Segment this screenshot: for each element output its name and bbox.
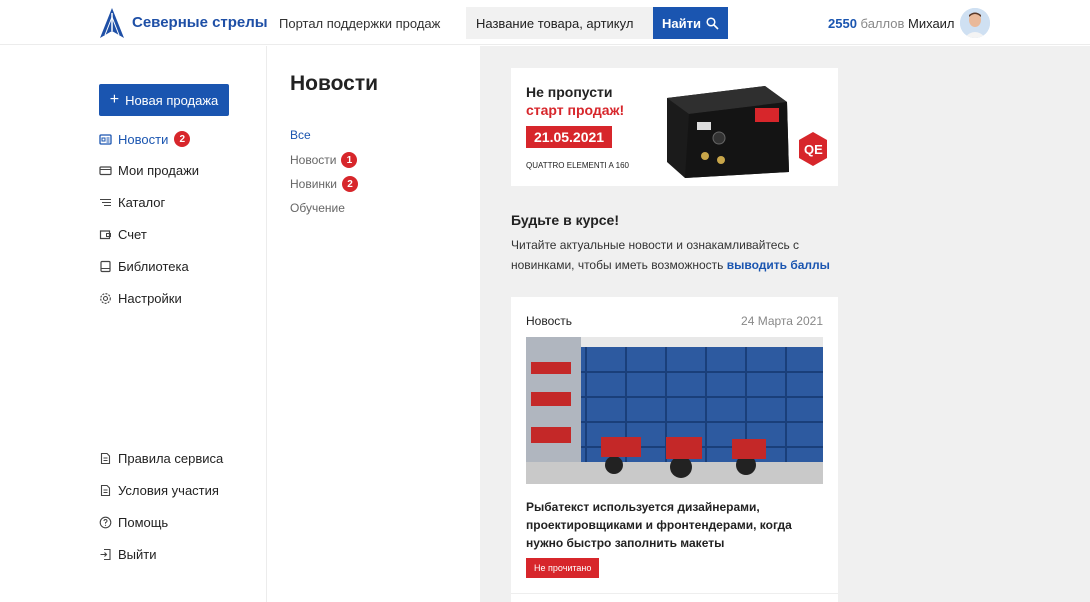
sidebar-item-label: Настройки <box>118 291 182 306</box>
document-icon <box>100 484 111 497</box>
news-category: Новость <box>526 314 573 328</box>
filter-news[interactable]: Новости 1 <box>290 152 358 168</box>
news-feed: Не пропусти старт продаж! 21.05.2021 QUA… <box>480 46 1090 602</box>
sidebar-item-my-sales[interactable]: Мои продажи <box>99 163 199 178</box>
news-text: Рыбатекст используется дизайнерами, прое… <box>526 500 792 550</box>
sidebar-item-account[interactable]: Счет <box>99 227 147 242</box>
news-image <box>526 337 823 484</box>
sidebar-item-logout[interactable]: Выйти <box>99 547 157 562</box>
list-icon <box>100 198 111 207</box>
filter-novelties-badge: 2 <box>342 176 358 192</box>
sidebar-item-label: Условия участия <box>118 483 219 498</box>
filter-label: Новости <box>290 153 337 167</box>
user-photo-icon <box>960 8 990 38</box>
sidebar-item-label: Библиотека <box>118 259 189 274</box>
points-balance[interactable]: 2550 баллов <box>828 16 904 31</box>
wallet-icon <box>99 230 111 240</box>
news-card[interactable]: Новость 24 Марта 2021 Рыбатекст использу… <box>511 297 838 602</box>
news-filter-panel: Новости Все Новости 1 Новинки 2 Обучение <box>268 46 480 602</box>
help-icon <box>99 516 112 529</box>
points-label: баллов <box>860 16 905 31</box>
search-button-label: Найти <box>662 15 701 31</box>
unread-status-badge: Не прочитано <box>526 558 600 578</box>
sidebar-item-label: Каталог <box>118 195 166 210</box>
filter-label: Обучение <box>290 201 345 215</box>
avatar[interactable] <box>960 8 990 38</box>
search-input[interactable] <box>466 7 653 39</box>
page-title: Новости <box>290 72 379 95</box>
sidebar-item-label: Счет <box>118 227 147 242</box>
info-title: Будьте в курсе! <box>511 212 620 228</box>
filter-all[interactable]: Все <box>290 128 311 142</box>
sidebar-item-service-rules[interactable]: Правила сервиса <box>99 451 223 466</box>
gear-icon <box>100 293 111 304</box>
sidebar-item-label: Новости <box>118 131 169 147</box>
welding-machine-image: QE <box>667 86 827 178</box>
portal-tagline: Портал поддержки продаж <box>279 16 441 31</box>
points-value: 2550 <box>828 16 857 31</box>
filter-novelties[interactable]: Новинки 2 <box>290 176 358 192</box>
sidebar-item-label: Правила сервиса <box>118 451 224 466</box>
card-icon <box>99 166 112 176</box>
sidebar-item-help[interactable]: Помощь <box>99 515 168 530</box>
sidebar-item-label: Мои продажи <box>118 163 200 178</box>
withdraw-points-link[interactable]: выводить баллы <box>727 258 830 272</box>
filter-news-badge: 1 <box>341 152 358 168</box>
new-sale-label: Новая продажа <box>125 92 219 108</box>
search-icon <box>706 16 719 30</box>
sidebar-item-settings[interactable]: Настройки <box>99 291 182 306</box>
user-name[interactable]: Михаил <box>908 16 955 31</box>
sidebar: + Новая продажа Новости 2 Мои продажи Ка… <box>0 46 267 602</box>
banner-date: 21.05.2021 <box>526 126 613 148</box>
arrow-logo-icon[interactable] <box>97 7 127 39</box>
banner-heading: Не пропусти <box>526 84 613 100</box>
filter-label: Новинки <box>290 177 337 191</box>
news-count-badge: 2 <box>174 131 191 147</box>
new-sale-button[interactable]: + Новая продажа <box>99 84 229 116</box>
newspaper-icon <box>99 133 112 145</box>
sidebar-item-label: Выйти <box>118 547 157 562</box>
svg-text:QE: QE <box>804 142 823 157</box>
promo-banner[interactable]: Не пропусти старт продаж! 21.05.2021 QUA… <box>511 68 838 186</box>
book-icon <box>100 260 111 273</box>
sidebar-item-library[interactable]: Библиотека <box>99 259 189 274</box>
search-button[interactable]: Найти <box>653 7 728 39</box>
info-text: Читайте актуальные новости и ознакамлива… <box>511 235 841 275</box>
logout-icon <box>100 548 111 561</box>
filter-training[interactable]: Обучение <box>290 201 345 215</box>
card-divider <box>511 593 838 594</box>
sidebar-item-label: Помощь <box>118 515 169 530</box>
filter-label: Все <box>290 128 311 142</box>
sidebar-item-participation-terms[interactable]: Условия участия <box>99 483 219 498</box>
banner-model: QUATTRO ELEMENTI A 160 <box>526 161 629 170</box>
sidebar-item-news[interactable]: Новости 2 <box>99 131 191 147</box>
news-date: 24 Марта 2021 <box>741 314 823 328</box>
plus-icon: + <box>109 91 120 108</box>
document-icon <box>100 452 111 465</box>
brand-name[interactable]: Северные стрелы <box>132 14 268 31</box>
top-header: Северные стрелы Портал поддержки продаж … <box>0 0 1090 45</box>
sidebar-item-catalog[interactable]: Каталог <box>99 195 165 210</box>
banner-subheading: старт продаж! <box>526 102 625 118</box>
